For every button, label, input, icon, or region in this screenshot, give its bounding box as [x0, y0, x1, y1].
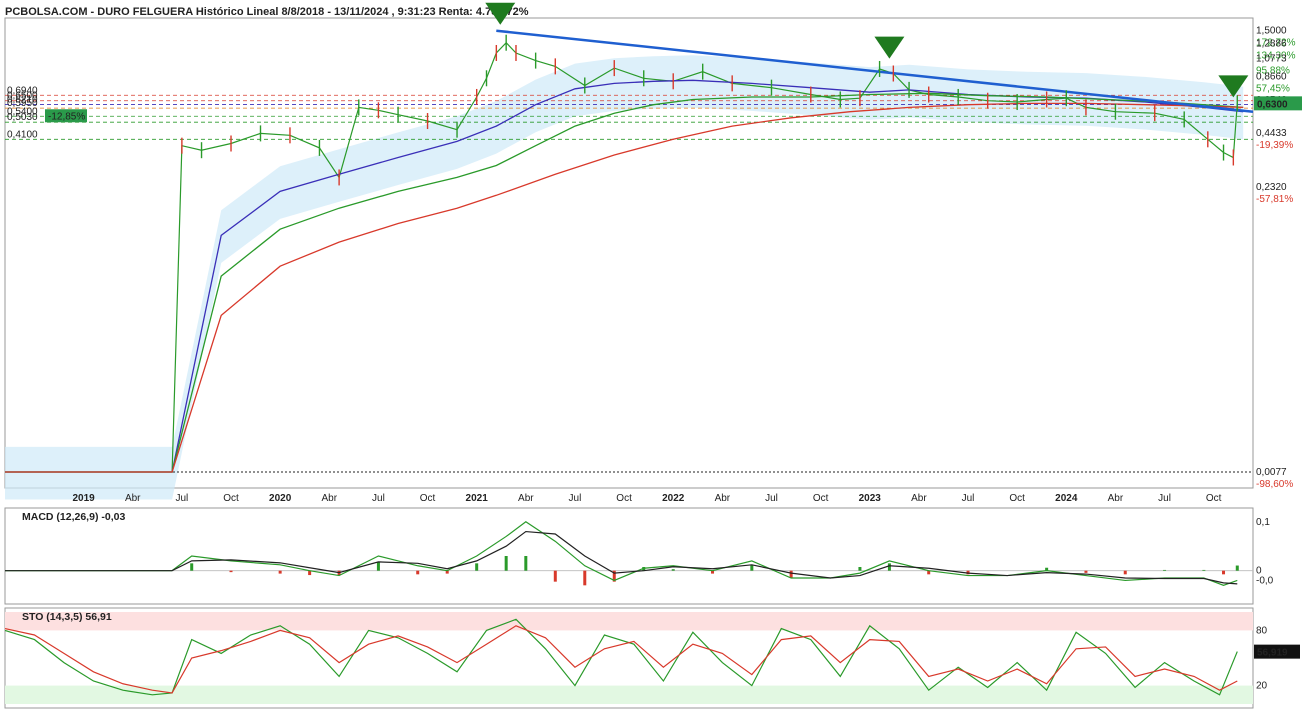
y-tick-label: 0,4433	[1256, 128, 1287, 139]
chart-title: PCBOLSA.COM - DURO FELGUERA Histórico Li…	[5, 6, 529, 18]
x-tick-label: Oct	[420, 493, 436, 504]
sto-overbought-zone	[5, 612, 1253, 631]
y-tick-percent: -98,60%	[1256, 479, 1293, 490]
y-tick-label: 1,2886	[1256, 38, 1287, 49]
sto-oversold-zone	[5, 685, 1253, 704]
x-tick-label: Abr	[125, 493, 141, 504]
x-tick-label: Jul	[175, 493, 188, 504]
sto-y-tick: 80	[1256, 625, 1268, 636]
x-tick-label: Abr	[715, 493, 731, 504]
x-tick-label: 2024	[1055, 493, 1078, 504]
x-tick-label: Jul	[1158, 493, 1171, 504]
x-tick-label: Jul	[962, 493, 975, 504]
x-tick-label: 2020	[269, 493, 292, 504]
stock-chart: PCBOLSA.COM - DURO FELGUERA Histórico Li…	[4, 2, 1302, 709]
sto-title: STO (14,3,5) 56,91	[22, 611, 112, 623]
y-tick-label: 1,0773	[1256, 53, 1287, 64]
sto-y-tick: 20	[1256, 681, 1268, 692]
x-tick-label: Oct	[223, 493, 239, 504]
level-label: 0,4100	[7, 129, 38, 140]
x-tick-label: Abr	[322, 493, 338, 504]
y-tick-percent: -19,39%	[1256, 140, 1293, 151]
x-tick-label: 2022	[662, 493, 685, 504]
y-tick-label: 0,2320	[1256, 182, 1287, 193]
x-tick-label: Oct	[616, 493, 632, 504]
x-tick-label: Oct	[1009, 493, 1025, 504]
y-tick-label: 0,8660	[1256, 72, 1287, 83]
left-percent-label: -12,85%	[48, 111, 85, 122]
current-price-label: 0,6300	[1257, 99, 1288, 110]
y-tick-label: 1,5000	[1256, 26, 1287, 37]
y-tick-percent: -57,81%	[1256, 194, 1293, 205]
sto-current-label: 56,919	[1257, 648, 1288, 659]
x-tick-label: Jul	[372, 493, 385, 504]
y-tick-percent: 57,45%	[1256, 84, 1290, 95]
x-tick-label: Oct	[1206, 493, 1222, 504]
x-tick-label: Abr	[911, 493, 927, 504]
level-label: 0,5030	[7, 112, 38, 123]
x-tick-label: 2019	[72, 493, 95, 504]
y-tick-label: 0,0077	[1256, 467, 1287, 478]
date-x-axis: 2019 Abr Jul Oct 2020 Abr Jul Oct 2021 Abr Jul Oct 2…	[72, 493, 1221, 504]
x-tick-label: 2023	[859, 493, 882, 504]
x-tick-label: Oct	[813, 493, 829, 504]
x-tick-label: 2021	[466, 493, 489, 504]
x-tick-label: Jul	[569, 493, 582, 504]
x-tick-label: Jul	[765, 493, 778, 504]
x-tick-label: Abr	[518, 493, 534, 504]
x-tick-label: Abr	[1108, 493, 1124, 504]
macd-title: MACD (12,26,9) -0,03	[22, 511, 125, 523]
macd-y-tick: -0,0	[1256, 575, 1274, 586]
macd-y-tick: 0,1	[1256, 517, 1270, 528]
